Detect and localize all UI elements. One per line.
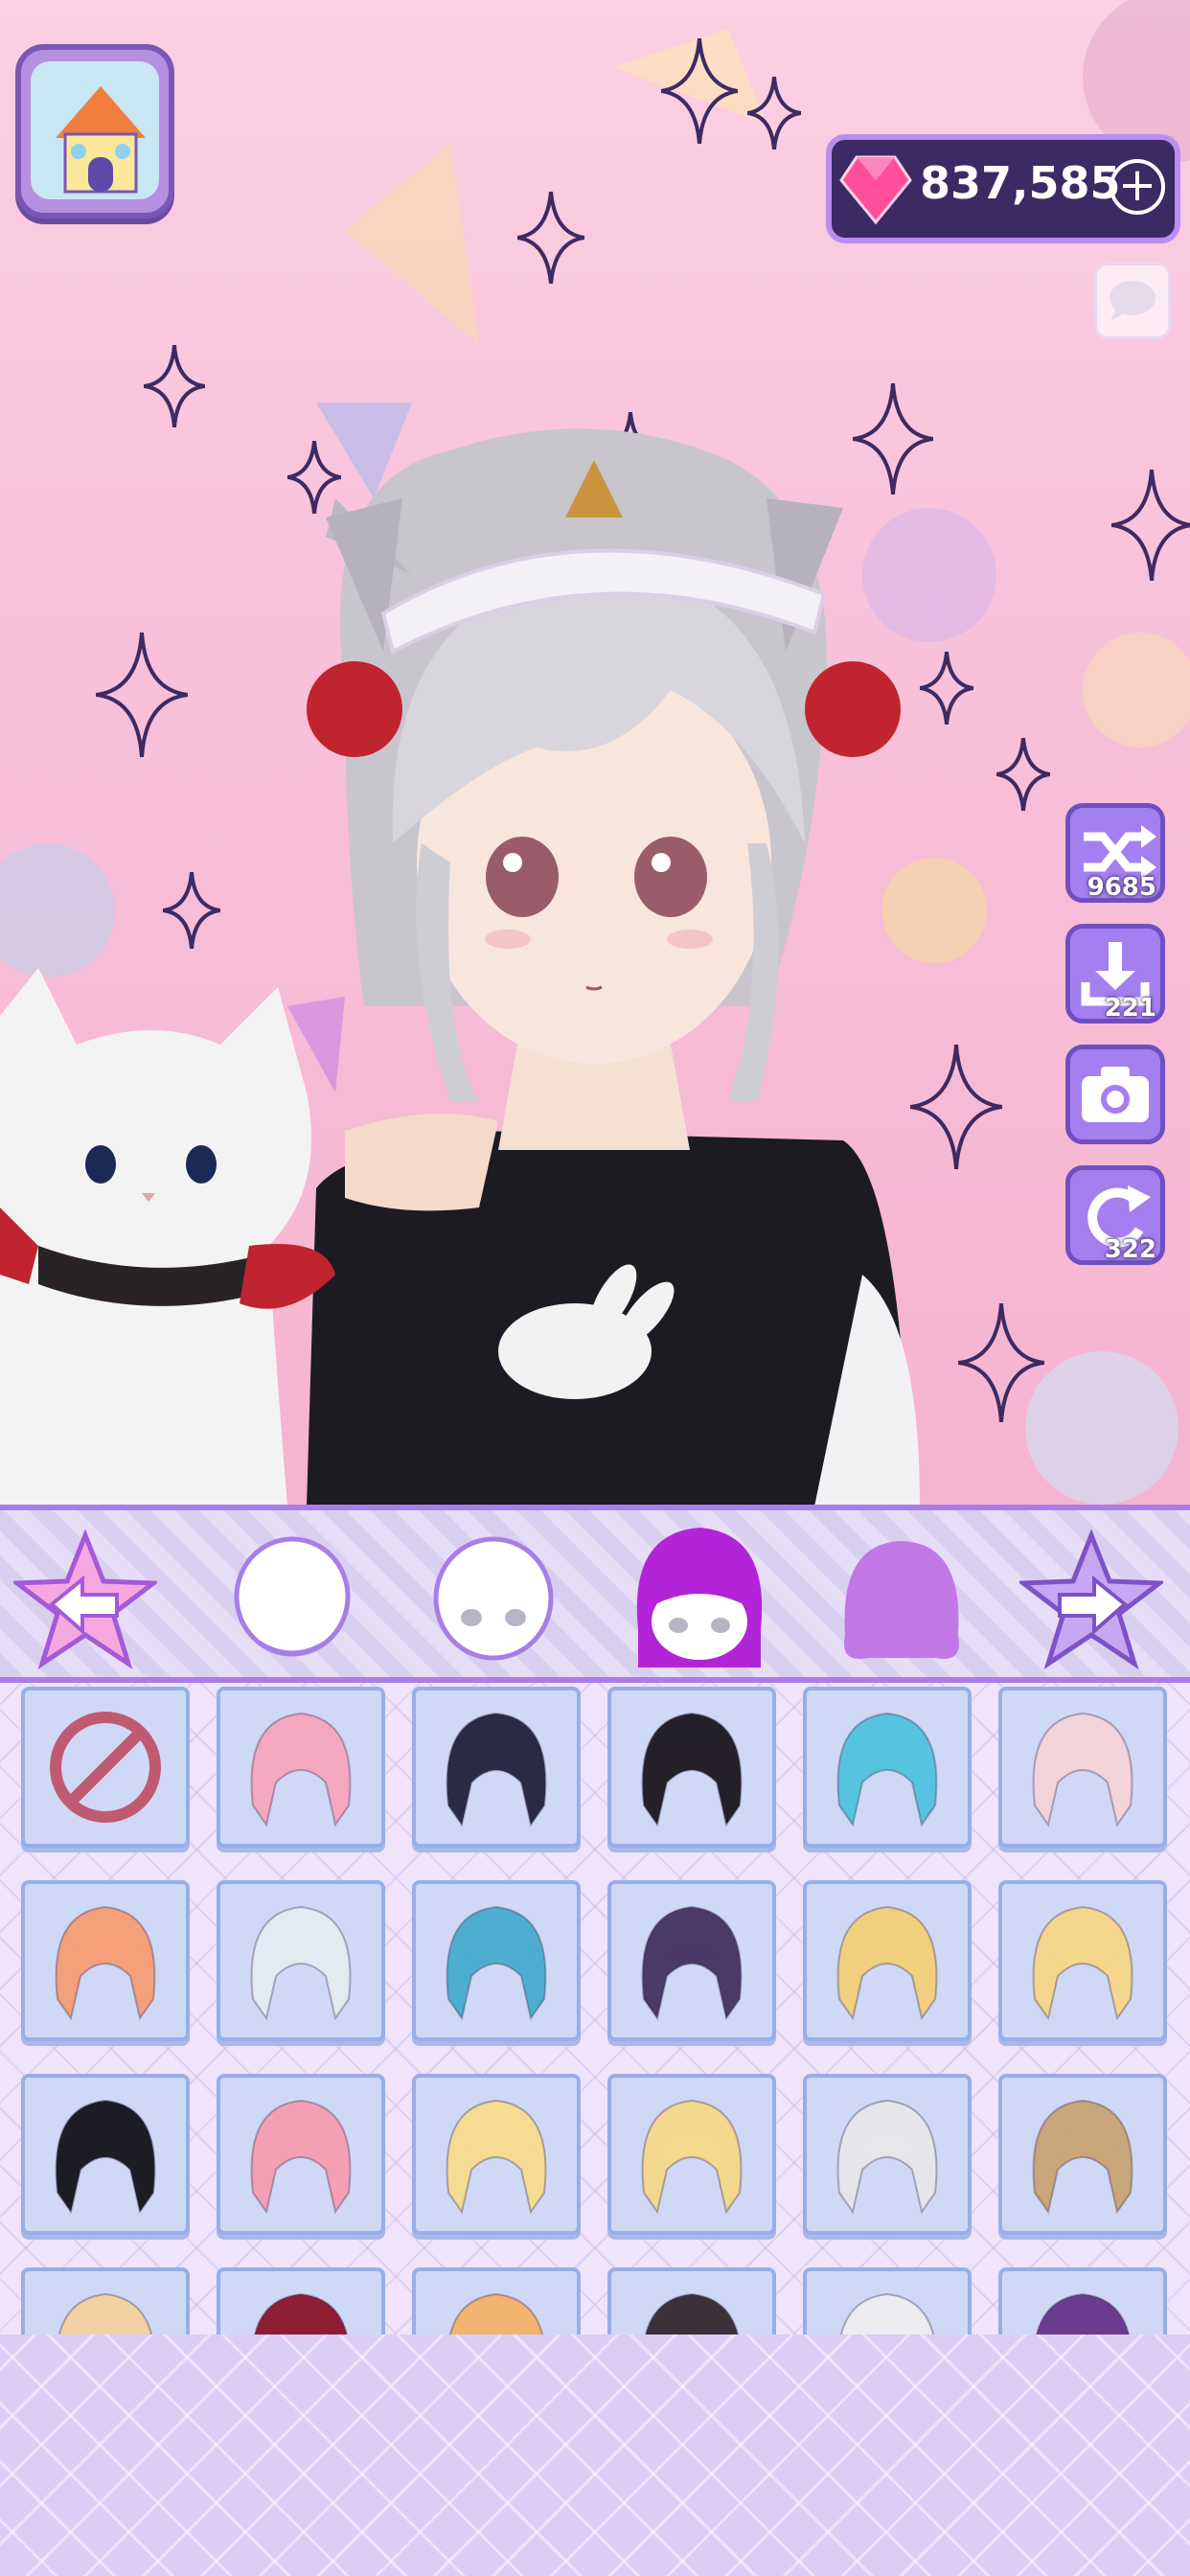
hair-style-icon — [836, 1712, 938, 1828]
hair-option-tile[interactable] — [998, 1687, 1167, 1848]
hair-style-icon — [1035, 2292, 1131, 2334]
hair-option-tile[interactable] — [998, 1880, 1167, 2041]
gem-count: 837,585 — [920, 157, 1121, 209]
hair-style-icon — [641, 1905, 743, 2021]
arrow-left-star-icon — [10, 1529, 161, 1669]
camera-button[interactable] — [1065, 1045, 1165, 1144]
download-count: 221 — [1104, 994, 1156, 1023]
hair-option-tile[interactable] — [803, 2074, 972, 2235]
hair-option-tile[interactable] — [607, 2074, 776, 2235]
hair-style-icon — [836, 2099, 938, 2215]
download-button[interactable]: 221 — [1065, 924, 1165, 1024]
back-hair-icon — [844, 1541, 959, 1659]
hair-style-icon — [55, 1905, 156, 2021]
hair-option-tile[interactable] — [412, 1880, 581, 2041]
hair-option-tile[interactable] — [412, 2074, 581, 2235]
hair-style-icon — [55, 2099, 156, 2215]
hair-option-tile[interactable] — [412, 2267, 581, 2334]
front-hair-icon — [636, 1528, 763, 1668]
category-face[interactable] — [422, 1530, 565, 1673]
hair-option-tile[interactable] — [998, 2267, 1167, 2334]
gem-icon — [839, 155, 912, 225]
hair-style-icon — [1032, 1905, 1133, 2021]
hair-option-tile[interactable] — [998, 2074, 1167, 2235]
hair-option-none[interactable] — [21, 1687, 190, 1848]
hair-option-tile[interactable] — [607, 1687, 776, 1848]
hair-option-tile[interactable] — [607, 2267, 776, 2334]
hair-style-icon — [446, 1905, 547, 2021]
chat-bubble-button[interactable] — [1094, 263, 1171, 339]
hair-option-tile[interactable] — [217, 1687, 385, 1848]
gem-counter: 837,585 + — [826, 134, 1180, 243]
next-category-button[interactable] — [1016, 1529, 1167, 1673]
category-head-base[interactable] — [220, 1530, 364, 1673]
none-icon — [50, 1712, 161, 1823]
hair-option-tile[interactable] — [217, 2074, 385, 2235]
hair-style-icon — [250, 1712, 352, 1828]
hair-style-icon — [250, 1905, 352, 2021]
undo-button[interactable]: 322 — [1065, 1165, 1165, 1265]
hair-option-tile[interactable] — [803, 2267, 972, 2334]
hair-style-icon — [836, 1905, 938, 2021]
home-button[interactable] — [15, 44, 174, 218]
hair-style-icon — [644, 2292, 740, 2334]
randomize-button[interactable]: 9685 — [1065, 803, 1165, 903]
hair-option-tile[interactable] — [217, 1880, 385, 2041]
hair-option-tile[interactable] — [803, 1880, 972, 2041]
camera-icon — [1082, 1067, 1149, 1122]
hair-option-tile[interactable] — [803, 1687, 972, 1848]
hair-option-tile[interactable] — [412, 1687, 581, 1848]
category-front-hair[interactable] — [623, 1514, 776, 1677]
house-icon — [56, 86, 146, 194]
hair-style-icon — [641, 2099, 743, 2215]
hair-option-tile[interactable] — [21, 1880, 190, 2041]
category-back-hair[interactable] — [830, 1530, 973, 1673]
hair-style-icon — [1032, 2099, 1133, 2215]
category-bar — [0, 1505, 1190, 1683]
head-base-icon — [234, 1536, 351, 1657]
prev-category-button[interactable] — [10, 1529, 161, 1673]
hair-style-icon — [253, 2292, 349, 2334]
hair-style-icon — [250, 2099, 352, 2215]
hair-option-tile[interactable] — [21, 2074, 190, 2235]
hair-option-tile[interactable] — [21, 2267, 190, 2334]
hair-style-icon — [446, 2099, 547, 2215]
hair-style-icon — [641, 1712, 743, 1828]
bottom-decoration — [0, 2334, 1190, 2576]
add-gems-button[interactable]: + — [1110, 159, 1165, 215]
speech-bubble-icon — [1110, 281, 1156, 321]
hair-style-icon — [448, 2292, 544, 2334]
hair-style-icon — [839, 2292, 935, 2334]
undo-count: 322 — [1104, 1235, 1156, 1264]
hair-option-tile[interactable] — [607, 1880, 776, 2041]
randomize-count: 9685 — [1087, 873, 1156, 902]
arrow-right-star-icon — [1016, 1529, 1167, 1669]
hair-option-grid — [0, 1683, 1190, 2334]
character-preview: 837,585 + 9685 221 322 — [0, 0, 1190, 1506]
face-icon — [433, 1536, 554, 1661]
hair-style-icon — [57, 2292, 153, 2334]
hair-option-tile[interactable] — [217, 2267, 385, 2334]
hair-style-icon — [446, 1712, 547, 1828]
hair-style-icon — [1032, 1712, 1133, 1828]
